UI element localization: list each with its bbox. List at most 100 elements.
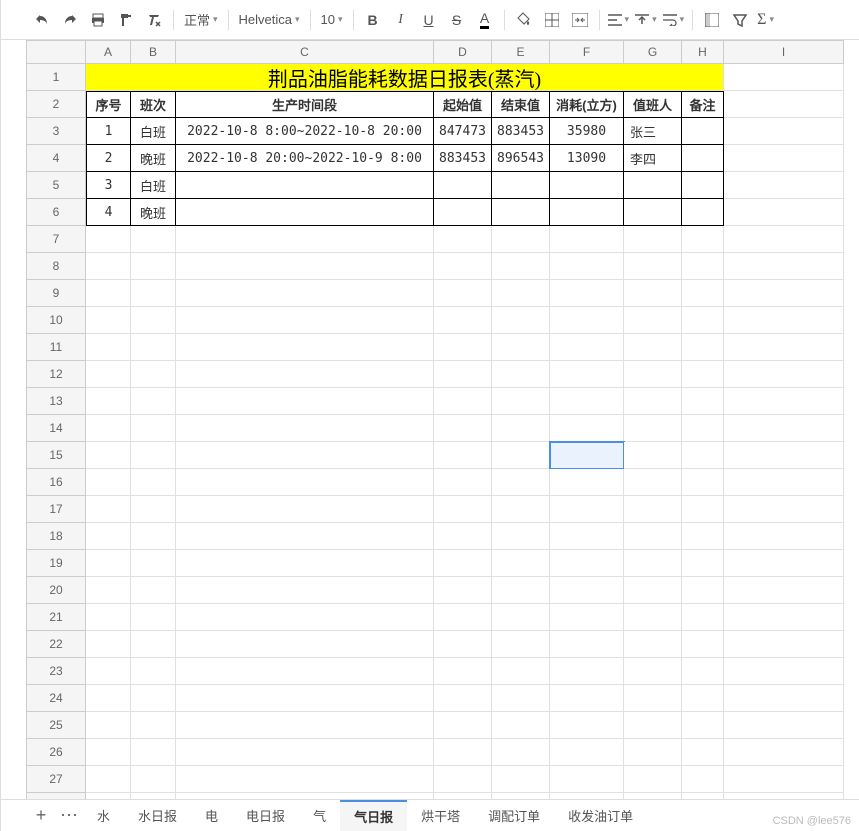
cell[interactable] — [86, 388, 131, 415]
cell[interactable] — [434, 631, 492, 658]
cell[interactable] — [176, 631, 434, 658]
cell[interactable] — [724, 172, 844, 199]
cell[interactable] — [131, 577, 176, 604]
sheet-tab[interactable]: 调配订单 — [474, 800, 554, 831]
cell[interactable] — [682, 388, 724, 415]
table-header[interactable]: 值班人 — [624, 91, 682, 118]
cell[interactable] — [434, 523, 492, 550]
fontsize-dropdown[interactable]: 10▾ — [317, 7, 347, 33]
cell[interactable] — [131, 307, 176, 334]
select-all-corner[interactable] — [26, 40, 86, 64]
cell[interactable] — [176, 496, 434, 523]
cell[interactable] — [176, 307, 434, 334]
data-cell[interactable] — [682, 145, 724, 172]
row-header[interactable]: 12 — [26, 361, 86, 388]
data-cell[interactable] — [624, 199, 682, 226]
cell[interactable] — [682, 577, 724, 604]
cell[interactable] — [86, 658, 131, 685]
cell[interactable] — [434, 280, 492, 307]
cell[interactable] — [682, 253, 724, 280]
column-header[interactable]: E — [492, 40, 550, 64]
cell[interactable] — [724, 550, 844, 577]
data-cell[interactable]: 883453 — [492, 118, 550, 145]
cell[interactable] — [86, 307, 131, 334]
table-header[interactable]: 备注 — [682, 91, 724, 118]
cell[interactable] — [131, 766, 176, 793]
cell[interactable] — [492, 415, 550, 442]
cell[interactable] — [724, 685, 844, 712]
sheet-tab[interactable]: 电 — [191, 800, 232, 831]
cell[interactable] — [176, 550, 434, 577]
cell[interactable] — [434, 658, 492, 685]
cell[interactable] — [492, 631, 550, 658]
cell[interactable] — [624, 577, 682, 604]
data-cell[interactable]: 883453 — [434, 145, 492, 172]
grid[interactable]: 荆品油脂能耗数据日报表(蒸汽)序号班次生产时间段起始值结束值消耗(立方)值班人备… — [86, 64, 844, 799]
cell[interactable] — [492, 280, 550, 307]
italic-button[interactable]: I — [388, 7, 414, 33]
row-header[interactable]: 22 — [26, 631, 86, 658]
cell[interactable] — [682, 685, 724, 712]
column-header[interactable]: G — [624, 40, 682, 64]
cell[interactable] — [131, 388, 176, 415]
cell[interactable] — [624, 604, 682, 631]
row-header[interactable]: 23 — [26, 658, 86, 685]
cell[interactable] — [550, 631, 624, 658]
column-header[interactable]: D — [434, 40, 492, 64]
row-header[interactable]: 9 — [26, 280, 86, 307]
cell[interactable] — [724, 334, 844, 361]
cell[interactable] — [550, 577, 624, 604]
row-header[interactable]: 17 — [26, 496, 86, 523]
cell[interactable] — [550, 712, 624, 739]
cell[interactable] — [624, 766, 682, 793]
cell[interactable] — [550, 658, 624, 685]
sheet-tab[interactable]: 电日报 — [232, 800, 299, 831]
cell[interactable] — [176, 712, 434, 739]
cell[interactable] — [434, 550, 492, 577]
cell[interactable] — [176, 523, 434, 550]
cell[interactable] — [624, 280, 682, 307]
cell[interactable] — [682, 442, 724, 469]
cell[interactable] — [86, 550, 131, 577]
cell[interactable] — [176, 334, 434, 361]
cell[interactable] — [550, 307, 624, 334]
cell[interactable] — [176, 604, 434, 631]
row-header[interactable]: 21 — [26, 604, 86, 631]
cell[interactable] — [86, 577, 131, 604]
data-cell[interactable] — [624, 172, 682, 199]
cell[interactable] — [434, 307, 492, 334]
cell[interactable] — [176, 253, 434, 280]
cell[interactable] — [682, 280, 724, 307]
data-cell[interactable]: 2022-10-8 20:00~2022-10-9 8:00 — [176, 145, 434, 172]
borders-button[interactable] — [539, 7, 565, 33]
cell[interactable] — [86, 280, 131, 307]
cell[interactable] — [492, 685, 550, 712]
cell[interactable] — [131, 523, 176, 550]
cell[interactable] — [624, 685, 682, 712]
halign-button[interactable]: ▾ — [606, 7, 632, 33]
table-header[interactable]: 结束值 — [492, 91, 550, 118]
undo-button[interactable] — [29, 7, 55, 33]
cell[interactable] — [550, 523, 624, 550]
row-header[interactable]: 6 — [26, 199, 86, 226]
sheet-tab[interactable]: 气 — [299, 800, 340, 831]
data-cell[interactable]: 3 — [86, 172, 131, 199]
table-header[interactable]: 生产时间段 — [176, 91, 434, 118]
cell[interactable] — [492, 469, 550, 496]
cell[interactable] — [724, 415, 844, 442]
cell[interactable] — [86, 766, 131, 793]
cell[interactable] — [86, 604, 131, 631]
cell[interactable] — [434, 334, 492, 361]
cell[interactable] — [131, 712, 176, 739]
sheet-tab[interactable]: 水 — [83, 800, 124, 831]
cell[interactable] — [131, 469, 176, 496]
cell[interactable] — [434, 712, 492, 739]
cell[interactable] — [624, 253, 682, 280]
cell[interactable] — [682, 631, 724, 658]
cell[interactable] — [682, 766, 724, 793]
cell[interactable] — [682, 334, 724, 361]
cell[interactable] — [550, 361, 624, 388]
column-header[interactable]: F — [550, 40, 624, 64]
cell[interactable] — [131, 334, 176, 361]
cell[interactable] — [492, 388, 550, 415]
